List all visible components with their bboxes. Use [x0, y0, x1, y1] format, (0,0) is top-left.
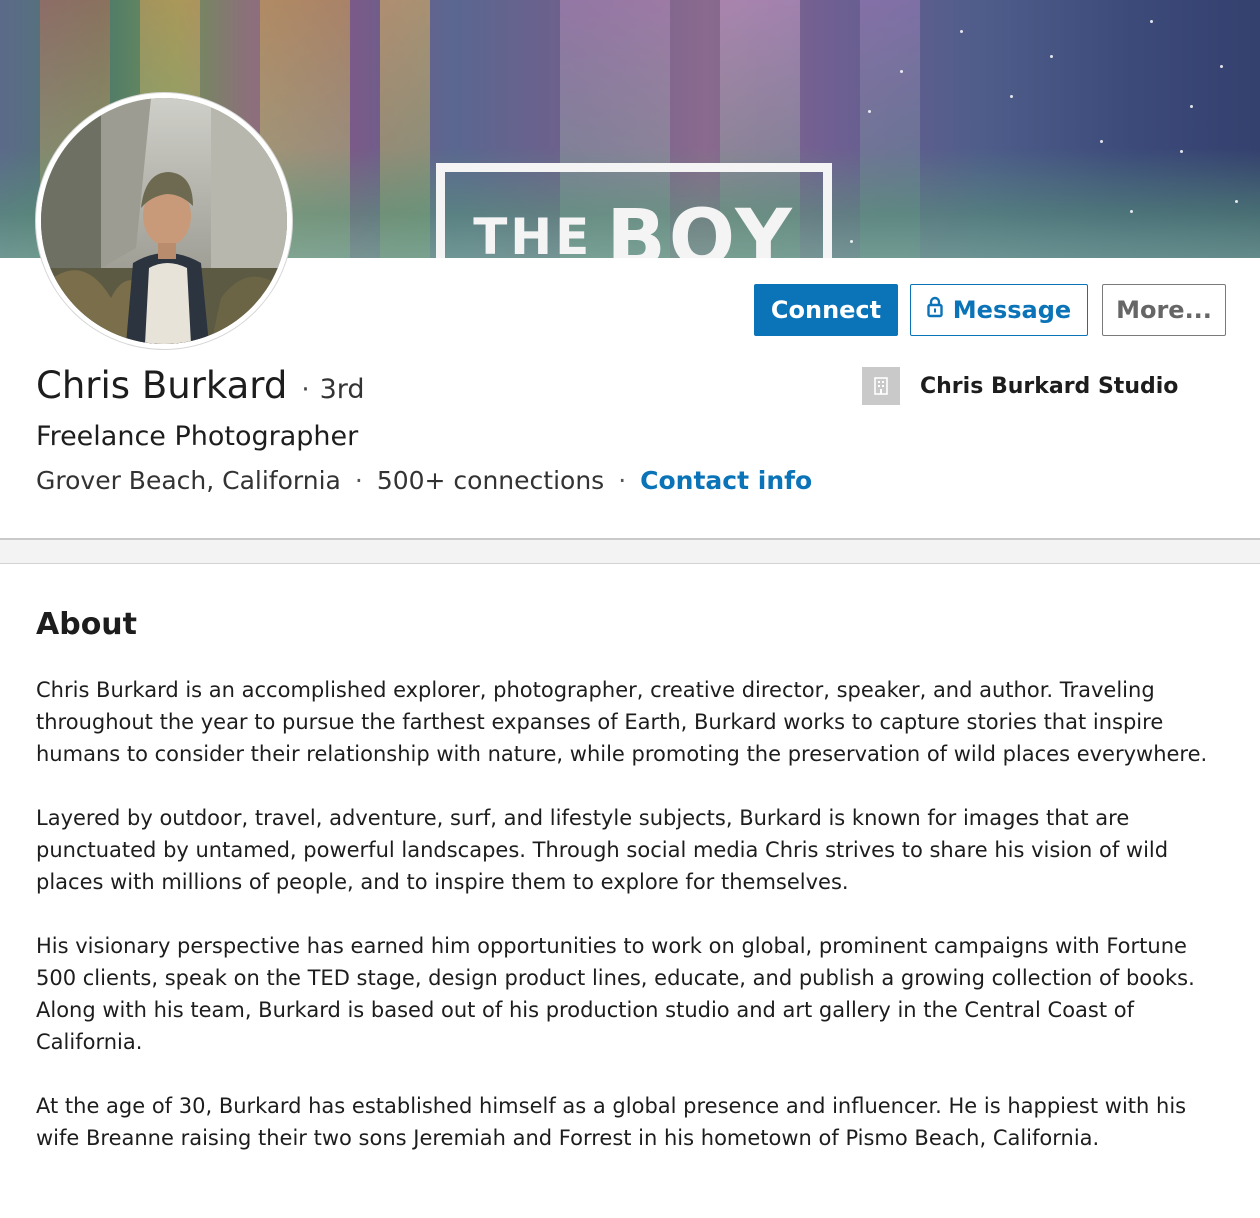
star: [1130, 210, 1133, 213]
connect-button-label: Connect: [770, 296, 882, 324]
about-paragraph: At the age of 30, Burkard has establishe…: [36, 1094, 1187, 1150]
star: [868, 110, 871, 113]
profile-avatar[interactable]: [36, 93, 292, 349]
profile-headline: Freelance Photographer: [36, 421, 359, 452]
star: [1150, 20, 1153, 23]
meta-separator: ·: [618, 466, 627, 495]
message-button[interactable]: Message: [910, 284, 1088, 336]
name-row: Chris Burkard · 3rd: [36, 364, 365, 407]
about-paragraph: Chris Burkard is an accomplished explore…: [36, 678, 1208, 766]
connections-count[interactable]: 500+ connections: [377, 466, 604, 495]
more-button[interactable]: More...: [1102, 284, 1226, 336]
cover-sign-word: THE: [473, 208, 593, 258]
cover-sign-word: BOY: [606, 194, 795, 258]
cover-sign: THE BOY: [436, 163, 832, 258]
current-company[interactable]: Chris Burkard Studio: [862, 367, 1178, 405]
star: [900, 70, 903, 73]
connection-degree: 3rd: [319, 374, 365, 405]
star: [1010, 95, 1013, 98]
about-paragraph: His visionary perspective has earned him…: [36, 934, 1195, 1054]
more-button-label: More...: [1116, 296, 1212, 324]
star: [1190, 105, 1193, 108]
star: [1050, 55, 1053, 58]
star: [960, 30, 963, 33]
about-paragraph: Layered by outdoor, travel, adventure, s…: [36, 806, 1169, 894]
message-button-label: Message: [952, 296, 1072, 324]
profile-name: Chris Burkard: [36, 364, 288, 407]
section-gap: [0, 540, 1260, 564]
meta-separator: ·: [354, 466, 363, 495]
company-name: Chris Burkard Studio: [920, 373, 1179, 399]
connect-button[interactable]: Connect: [754, 284, 898, 336]
profile-meta-row: Grover Beach, California · 500+ connecti…: [36, 466, 812, 495]
building-icon: [862, 367, 900, 405]
star: [850, 240, 853, 243]
star: [1235, 200, 1238, 203]
degree-separator: ·: [301, 375, 310, 405]
about-body: Chris Burkard is an accomplished explore…: [36, 674, 1226, 1186]
star: [1180, 150, 1183, 153]
about-heading: About: [36, 607, 138, 642]
profile-location: Grover Beach, California: [36, 466, 341, 495]
star: [1100, 140, 1103, 143]
star: [1220, 65, 1223, 68]
lock-icon: [927, 296, 943, 324]
avatar-photo: [41, 98, 287, 344]
contact-info-link[interactable]: Contact info: [640, 466, 812, 495]
